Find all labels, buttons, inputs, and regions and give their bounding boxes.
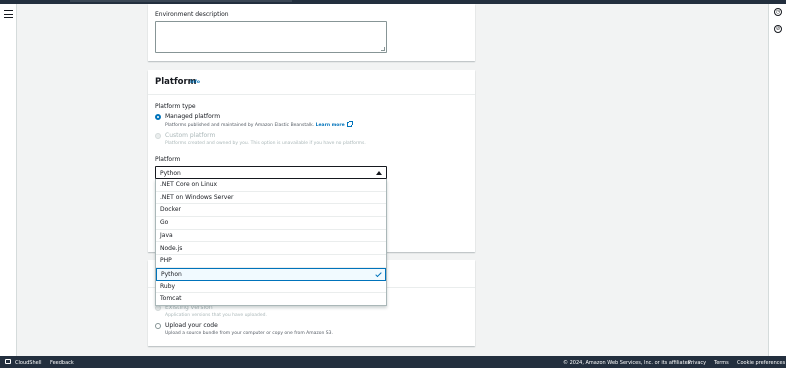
environment-description-textarea[interactable] <box>155 21 387 53</box>
terms-link[interactable]: Terms <box>714 360 729 366</box>
managed-platform-title: Managed platform <box>165 113 221 120</box>
custom-platform-desc: Platforms created and owned by you. This… <box>165 141 366 146</box>
platform-option-dotnet-windows[interactable]: .NET on Windows Server <box>156 192 386 205</box>
environment-description-label: Environment description <box>155 11 229 18</box>
platform-option-go[interactable]: Go <box>156 217 386 230</box>
console-footer: CloudShell Feedback © 2024, Amazon Web S… <box>0 356 786 368</box>
checkmark-icon <box>375 270 382 278</box>
resize-grip-icon[interactable] <box>381 47 385 51</box>
privacy-link[interactable]: Privacy <box>688 360 706 366</box>
upload-code-desc: Upload a source bundle from your compute… <box>165 331 333 336</box>
platform-select-label: Platform <box>155 156 181 163</box>
top-nav-segment <box>70 0 292 2</box>
cookie-preferences-link[interactable]: Cookie preferences <box>737 360 785 366</box>
platform-option-php[interactable]: PHP <box>156 255 386 268</box>
platform-option-nodejs[interactable]: Node.js <box>156 243 386 256</box>
custom-platform-radio[interactable] <box>155 133 161 139</box>
platform-select[interactable]: Python <box>155 166 387 179</box>
external-link-icon[interactable] <box>346 121 353 127</box>
upload-code-radio[interactable] <box>155 323 161 329</box>
caret-up-icon <box>376 171 382 175</box>
platform-option-tomcat[interactable]: Tomcat <box>156 293 386 306</box>
platform-type-label: Platform type <box>155 103 196 110</box>
platform-option-python-label: Python <box>161 270 182 278</box>
managed-platform-desc-text: Platforms published and maintained by Am… <box>165 123 315 128</box>
managed-platform-radio[interactable] <box>155 114 161 120</box>
platform-option-dotnet-core-linux[interactable]: .NET Core on Linux <box>156 179 386 192</box>
platform-info-link[interactable]: Info <box>190 80 200 85</box>
hamburger-icon[interactable] <box>4 10 13 18</box>
left-rail <box>0 4 17 356</box>
platform-card-header: Platform Info <box>148 70 475 95</box>
platform-option-java[interactable]: Java <box>156 230 386 243</box>
platform-dropdown-list: .NET Core on Linux .NET on Windows Serve… <box>155 179 387 306</box>
right-rail: ◷ ⊘ <box>768 4 786 356</box>
managed-platform-desc: Platforms published and maintained by Am… <box>165 121 353 128</box>
learn-more-link[interactable]: Learn more <box>316 123 345 128</box>
platform-option-ruby[interactable]: Ruby <box>156 281 386 294</box>
feedback-link[interactable]: Feedback <box>50 360 74 366</box>
recent-icon[interactable]: ◷ <box>774 8 782 16</box>
platform-option-docker[interactable]: Docker <box>156 204 386 218</box>
feedback-icon[interactable]: ⊘ <box>774 25 782 33</box>
cloudshell-icon[interactable] <box>5 359 11 364</box>
cloudshell-link[interactable]: CloudShell <box>15 360 41 366</box>
custom-platform-title: Custom platform <box>165 132 216 139</box>
copyright-text: © 2024, Amazon Web Services, Inc. or its… <box>563 359 692 366</box>
upload-code-title: Upload your code <box>165 322 218 329</box>
platform-select-value: Python <box>160 170 181 177</box>
environment-description-card: Environment description <box>148 4 475 61</box>
platform-option-python[interactable]: Python <box>156 267 386 281</box>
existing-version-desc: Application versions that you have uploa… <box>165 313 267 318</box>
